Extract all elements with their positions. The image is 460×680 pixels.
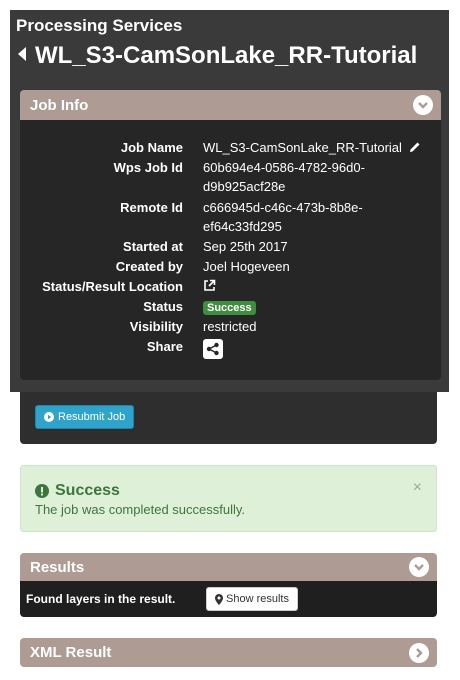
share-label: Share (146, 339, 183, 354)
status-badge: Success (203, 301, 256, 315)
wps-job-id-row-2: d9b925acf28e (20, 179, 441, 199)
caret-left-icon (18, 47, 26, 61)
location-label: Status/Result Location (42, 279, 183, 294)
results-panel-header[interactable]: Results (20, 553, 437, 581)
location-row: Status/Result Location (20, 279, 441, 299)
job-info-panel-body: Job Name WL_S3-CamSonLake_RR-Tutorial Wp… (20, 120, 441, 380)
resubmit-label: Resubmit Job (58, 411, 126, 423)
share-value (203, 339, 223, 359)
results-title: Results (30, 558, 85, 576)
share-icon (206, 342, 219, 356)
visibility-label: Visibility (129, 319, 183, 334)
alert-message: The job was completed successfully. (35, 502, 246, 517)
wps-job-id-row: Wps Job Id 60b694e4-0586-4782-96d0- (20, 160, 441, 180)
started-at-value: Sep 25th 2017 (203, 239, 288, 254)
status-label: Status (143, 299, 183, 314)
pencil-icon[interactable] (409, 141, 421, 153)
alert-heading: Success (35, 482, 120, 500)
started-at-label: Started at (123, 239, 183, 254)
remote-id-label: Remote Id (120, 200, 183, 215)
results-panel-body: Found layers in the result. Show results (20, 581, 437, 617)
job-name-row: Job Name WL_S3-CamSonLake_RR-Tutorial (20, 140, 441, 160)
job-name-value: WL_S3-CamSonLake_RR-Tutorial (203, 140, 421, 155)
results-found-text: Found layers in the result. (26, 592, 176, 606)
remote-id-line2: ef64c33fd295 (203, 219, 282, 234)
chevron-down-icon[interactable] (409, 557, 429, 577)
chevron-down-icon[interactable] (413, 95, 433, 115)
visibility-row: Visibility restricted (20, 319, 441, 339)
wps-job-id-label: Wps Job Id (113, 160, 183, 175)
show-results-button[interactable]: Show results (206, 587, 298, 611)
job-name-label: Job Name (120, 140, 183, 155)
job-info-title: Job Info (30, 96, 89, 114)
resubmit-panel: Resubmit Job (20, 392, 437, 444)
share-button[interactable] (203, 339, 223, 359)
created-by-row: Created by Joel Hogeveen (20, 259, 441, 279)
job-title-heading: WL_S3-CamSonLake_RR-Tutorial (18, 42, 417, 70)
job-title: WL_S3-CamSonLake_RR-Tutorial (35, 42, 418, 69)
show-results-label: Show results (226, 593, 289, 605)
visibility-value: restricted (203, 319, 257, 334)
resubmit-job-button[interactable]: Resubmit Job (35, 405, 135, 429)
xml-result-panel-header[interactable]: XML Result (20, 638, 437, 667)
xml-result-title: XML Result (30, 644, 112, 661)
job-info-panel-header[interactable]: Job Info (20, 90, 441, 120)
chevron-right-icon[interactable] (409, 642, 429, 663)
wps-job-id-line1: 60b694e4-0586-4782-96d0- (203, 160, 365, 175)
play-circle-icon (44, 412, 54, 422)
created-by-value: Joel Hogeveen (203, 259, 290, 274)
external-link-icon (204, 279, 216, 291)
job-name-text: WL_S3-CamSonLake_RR-Tutorial (203, 140, 402, 155)
remote-id-line1: c666945d-c46c-473b-8b8e- (203, 200, 363, 215)
exclamation-circle-icon (35, 484, 49, 498)
share-row: Share (20, 339, 441, 359)
remote-id-row: Remote Id c666945d-c46c-473b-8b8e- (20, 200, 441, 220)
page-header-title: Processing Services (16, 16, 183, 35)
wps-job-id-line2: d9b925acf28e (203, 179, 286, 194)
remote-id-row-2: ef64c33fd295 (20, 219, 441, 239)
map-marker-icon (215, 593, 223, 605)
close-button[interactable]: × (413, 479, 422, 497)
back-button[interactable] (18, 47, 27, 65)
external-link[interactable] (203, 279, 216, 295)
status-row: Status Success (20, 299, 441, 319)
alert-title: Success (55, 482, 120, 499)
success-alert: Success The job was completed successful… (20, 465, 437, 532)
started-at-row: Started at Sep 25th 2017 (20, 239, 441, 259)
created-by-label: Created by (115, 259, 183, 274)
status-value: Success (203, 299, 256, 315)
